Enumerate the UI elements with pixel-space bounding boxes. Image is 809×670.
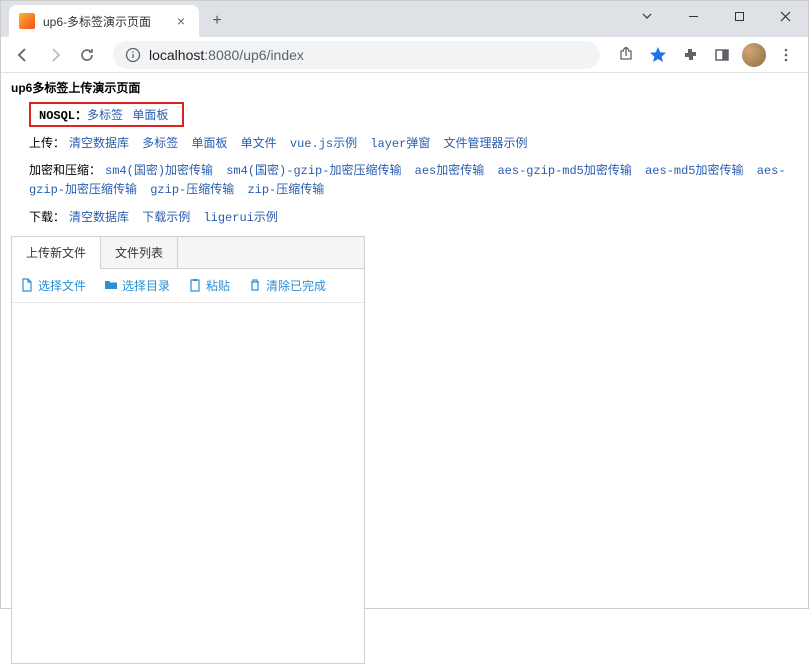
link-row: 加密和压缩： sm4(国密)加密传输 sm4(国密)-gzip-加密压缩传输 ae… (29, 162, 798, 200)
minimize-button[interactable] (670, 1, 716, 31)
chevron-down-icon[interactable] (624, 1, 670, 31)
page-link[interactable]: vue.js示例 (290, 137, 357, 151)
panel-tab[interactable]: 文件列表 (101, 237, 178, 268)
address-bar[interactable]: localhost:8080/up6/index (113, 41, 600, 69)
clear-icon (248, 278, 262, 292)
reload-button[interactable] (73, 41, 101, 69)
nosql-label: NOSQL： (39, 106, 87, 123)
panel-actions: 选择文件 选择目录 粘贴 清除已完成 (12, 269, 364, 303)
forward-button (41, 41, 69, 69)
folder-icon (104, 278, 118, 292)
window-controls (624, 1, 808, 31)
action-file-button[interactable]: 选择文件 (20, 277, 86, 294)
action-paste-button[interactable]: 粘贴 (188, 277, 230, 294)
link-row: 下载： 清空数据库 下载示例 ligerui示例 (29, 209, 798, 228)
panel-tab[interactable]: 上传新文件 (12, 237, 101, 269)
avatar[interactable] (740, 41, 768, 69)
nosql-link[interactable]: 多标签 (87, 109, 123, 123)
new-tab-button[interactable]: + (203, 7, 231, 35)
page-link[interactable]: 清空数据库 (69, 137, 129, 151)
action-label: 选择目录 (122, 277, 170, 294)
link-row: 上传： 清空数据库 多标签 单面板 单文件 vue.js示例 layer弹窗 文件… (29, 135, 798, 154)
page-title: up6多标签上传演示页面 (11, 79, 798, 96)
page-link[interactable]: sm4(国密)-gzip-加密压缩传输 (226, 164, 401, 178)
panel-icon[interactable] (708, 41, 736, 69)
row-label: 上传： (29, 137, 65, 151)
extensions-icon[interactable] (676, 41, 704, 69)
page-link[interactable]: aes-gzip-md5加密传输 (497, 164, 631, 178)
tab-favicon-icon (19, 13, 35, 29)
page-link[interactable]: 下载示例 (142, 211, 190, 225)
row-label: 加密和压缩： (29, 164, 101, 178)
address-text: localhost:8080/up6/index (149, 47, 304, 63)
action-label: 清除已完成 (266, 277, 326, 294)
page-link[interactable]: zip-压缩传输 (247, 183, 324, 197)
browser-toolbar: localhost:8080/up6/index (1, 37, 808, 73)
action-clear-button[interactable]: 清除已完成 (248, 277, 326, 294)
nosql-link[interactable]: 单面板 (132, 109, 168, 123)
star-icon[interactable] (644, 41, 672, 69)
panel-tabs: 上传新文件文件列表 (12, 237, 364, 269)
page-link[interactable]: sm4(国密)加密传输 (105, 164, 213, 178)
page-content: up6多标签上传演示页面 NOSQL： 多标签 单面板 上传： 清空数据库 多标签… (1, 73, 808, 670)
back-button[interactable] (9, 41, 37, 69)
action-label: 粘贴 (206, 277, 230, 294)
browser-titlebar: up6-多标签演示页面 × + (1, 1, 808, 37)
page-link[interactable]: 多标签 (142, 137, 178, 151)
nosql-row: NOSQL： 多标签 单面板 (29, 102, 184, 127)
page-link[interactable]: aes加密传输 (415, 164, 485, 178)
page-link[interactable]: 文件管理器示例 (444, 137, 528, 151)
nosql-links: 多标签 单面板 (87, 106, 174, 123)
file-icon (20, 278, 34, 292)
page-link[interactable]: 清空数据库 (69, 211, 129, 225)
close-button[interactable] (762, 1, 808, 31)
tab-title: up6-多标签演示页面 (43, 13, 173, 30)
page-link[interactable]: layer弹窗 (370, 137, 430, 151)
maximize-button[interactable] (716, 1, 762, 31)
page-link[interactable]: ligerui示例 (203, 211, 277, 225)
page-link[interactable]: gzip-压缩传输 (150, 183, 234, 197)
upload-panel: 上传新文件文件列表 选择文件 选择目录 粘贴 清除已完成 (11, 236, 365, 664)
action-label: 选择文件 (38, 277, 86, 294)
share-icon[interactable] (612, 41, 640, 69)
menu-icon[interactable] (772, 41, 800, 69)
paste-icon (188, 278, 202, 292)
page-link[interactable]: aes-md5加密传输 (645, 164, 743, 178)
row-label: 下载： (29, 211, 65, 225)
page-link[interactable]: 单面板 (191, 137, 227, 151)
tab-close-icon[interactable]: × (173, 13, 189, 29)
browser-tab[interactable]: up6-多标签演示页面 × (9, 5, 199, 37)
info-icon (125, 47, 141, 63)
page-link[interactable]: 单文件 (241, 137, 277, 151)
action-folder-button[interactable]: 选择目录 (104, 277, 170, 294)
